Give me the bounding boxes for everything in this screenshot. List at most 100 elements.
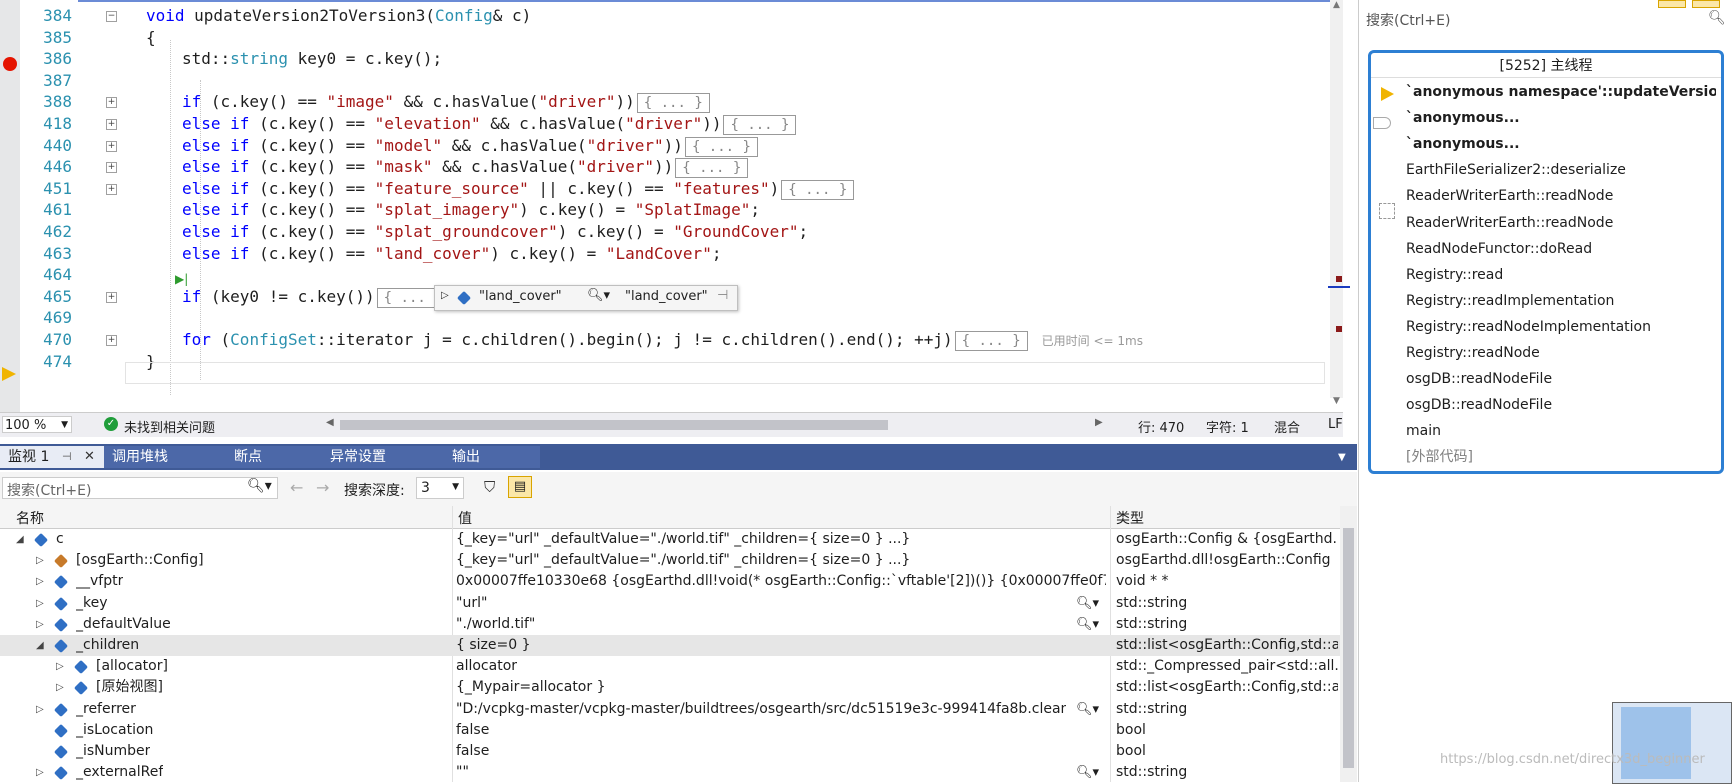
expand-icon[interactable]: + bbox=[106, 291, 117, 303]
watch-value[interactable]: "" bbox=[456, 762, 1066, 783]
watch-value[interactable]: false bbox=[456, 720, 1106, 741]
back-arrow-icon[interactable]: ← bbox=[290, 478, 303, 497]
eol-indicator[interactable]: LF bbox=[1328, 417, 1343, 432]
run-to-click-icon[interactable]: ▶| bbox=[175, 272, 188, 286]
code-line[interactable]: else if (c.key() == "land_cover") c.key(… bbox=[182, 244, 721, 264]
call-stack-list[interactable]: [5252] 主线程 `anonymous namespace'::update… bbox=[1368, 50, 1724, 474]
call-stack-frame[interactable]: `anonymous namespace'::updateVersion2ToV bbox=[1406, 79, 1716, 105]
breakpoint-icon[interactable] bbox=[3, 57, 17, 71]
code-line[interactable]: else if (c.key() == "mask" && c.hasValue… bbox=[182, 157, 749, 179]
expand-icon[interactable]: + bbox=[106, 162, 117, 174]
window-thumbnail[interactable] bbox=[1612, 702, 1732, 784]
call-stack-frame[interactable]: Registry::readNode bbox=[1406, 340, 1716, 366]
column-type-header[interactable]: 类型 bbox=[1116, 508, 1144, 528]
char-indicator[interactable]: 字符: 1 bbox=[1206, 417, 1249, 436]
watch-row[interactable]: ▷ _externalRef "" 🔍︎▾ std::string bbox=[0, 762, 1340, 783]
text-visualizer-icon[interactable]: 🔍︎▾ bbox=[1076, 614, 1099, 635]
watch-row[interactable]: ▷ _defaultValue "./world.tif" 🔍︎▾ std::strin… bbox=[0, 614, 1340, 635]
code-line[interactable]: } bbox=[146, 352, 156, 372]
text-visualizer-icon[interactable]: 🔍︎▾ bbox=[1076, 593, 1099, 614]
datatip-popup[interactable]: ▷ "land_cover" 🔍︎▾ "land_cover" ⊣ bbox=[434, 285, 738, 311]
expand-icon[interactable]: ▷ bbox=[36, 593, 44, 614]
watch-value[interactable]: {_key="url" _defaultValue="./world.tif" … bbox=[456, 529, 1106, 550]
expand-icon[interactable]: ▷ bbox=[36, 699, 44, 720]
call-stack-frame[interactable]: osgDB::readNodeFile bbox=[1406, 366, 1716, 392]
expand-icon[interactable]: ▷ bbox=[36, 571, 44, 592]
watch-value[interactable]: {_key="url" _defaultValue="./world.tif" … bbox=[456, 550, 1106, 571]
watch-value[interactable]: "D:/vcpkg-master/vcpkg-master/buildtrees… bbox=[456, 699, 1066, 720]
watch-row[interactable]: ◢ c {_key="url" _defaultValue="./world.tif… bbox=[0, 529, 1340, 550]
watch-row[interactable]: ◢ _children { size=0 } std::list<osgEarth::… bbox=[0, 635, 1340, 656]
zoom-select[interactable]: 100 % ▼ bbox=[2, 416, 72, 433]
call-stack-frame[interactable]: `anonymous... bbox=[1406, 131, 1716, 157]
scroll-down-icon[interactable]: ▼ bbox=[1333, 396, 1340, 406]
hscroll-right-icon[interactable]: ▶ bbox=[1095, 417, 1103, 428]
code-line[interactable]: if (c.key() == "image" && c.hasValue("dr… bbox=[182, 92, 710, 114]
hscroll-left-icon[interactable]: ◀ bbox=[326, 417, 334, 428]
magnifier-icon[interactable]: 🔍︎▾ bbox=[587, 288, 610, 303]
collapse-icon[interactable]: ◢ bbox=[16, 529, 24, 550]
collapsed-region[interactable]: { ... } bbox=[723, 115, 797, 135]
call-stack-frame[interactable]: ReaderWriterEarth::readNode bbox=[1406, 210, 1716, 236]
expand-icon[interactable]: + bbox=[106, 335, 117, 346]
code-line[interactable]: if (key0 != c.key()){ ... } bbox=[182, 287, 450, 308]
watch-row[interactable]: ▷ [原始视图] {_Mypair=allocator } std::list<osg… bbox=[0, 677, 1340, 698]
search-depth-select[interactable]: 3 ▼ bbox=[416, 477, 464, 499]
expand-icon[interactable]: + bbox=[106, 97, 117, 109]
watch-value[interactable]: "url" bbox=[456, 593, 1066, 614]
toolbar-highlight[interactable] bbox=[1692, 0, 1720, 8]
call-stack-frame[interactable]: [外部代码] bbox=[1406, 444, 1716, 470]
call-stack-frame[interactable]: ReadNodeFunctor::doRead bbox=[1406, 236, 1716, 262]
search-icon[interactable]: 🔍︎ bbox=[1708, 10, 1726, 26]
code-line[interactable]: else if (c.key() == "model" && c.hasValu… bbox=[182, 136, 758, 157]
expand-icon[interactable]: + bbox=[106, 119, 117, 130]
collapsed-region[interactable]: { ... } bbox=[675, 158, 749, 179]
call-stack-frame[interactable]: Registry::read bbox=[1406, 262, 1716, 288]
view-format-icon[interactable]: ▤ bbox=[508, 476, 532, 498]
panel-menu-icon[interactable]: ▼ bbox=[1338, 452, 1346, 463]
call-stack-frame[interactable]: ReaderWriterEarth::readNode bbox=[1406, 183, 1716, 209]
watch-value[interactable]: {_Mypair=allocator } bbox=[456, 677, 1106, 698]
collapsed-region[interactable]: { ... } bbox=[781, 179, 855, 200]
watch-value[interactable]: false bbox=[456, 741, 1106, 762]
pin-icon[interactable]: ⊣ bbox=[717, 288, 728, 303]
code-line[interactable]: std::string key0 = c.key(); bbox=[182, 49, 442, 69]
text-visualizer-icon[interactable]: 🔍︎▾ bbox=[1076, 762, 1099, 783]
expand-icon[interactable]: ▷ bbox=[36, 614, 44, 635]
datatip-expand-icon[interactable]: ▷ bbox=[441, 290, 449, 301]
call-stack-frame[interactable]: EarthFileSerializer2::deserialize bbox=[1406, 157, 1716, 183]
line-indicator[interactable]: 行: 470 bbox=[1138, 417, 1184, 436]
code-line[interactable]: else if (c.key() == "splat_imagery") c.k… bbox=[182, 200, 760, 220]
scroll-up-icon[interactable]: ▲ bbox=[1333, 0, 1340, 10]
callstack-search-input[interactable]: 搜索(Ctrl+E) 🔍︎ bbox=[1366, 10, 1726, 34]
expand-icon[interactable]: ▷ bbox=[36, 550, 44, 571]
collapse-icon[interactable]: ◢ bbox=[36, 635, 44, 656]
column-value-header[interactable]: 值 bbox=[458, 508, 472, 528]
tab-call-stack[interactable]: 调用堆栈 bbox=[104, 446, 226, 468]
expand-icon[interactable]: + bbox=[106, 140, 117, 152]
tab-exception-settings[interactable]: 异常设置 bbox=[322, 446, 444, 468]
expand-icon[interactable]: ▷ bbox=[36, 762, 44, 783]
code-line[interactable]: else if (c.key() == "splat_groundcover")… bbox=[182, 222, 808, 242]
search-icon[interactable]: 🔍︎▾ bbox=[247, 478, 272, 494]
editor-vertical-scrollbar[interactable] bbox=[1330, 0, 1343, 398]
watch-scroll-thumb[interactable] bbox=[1343, 528, 1354, 768]
toolbar-highlight[interactable] bbox=[1658, 0, 1686, 8]
close-icon[interactable]: ✕ bbox=[84, 446, 95, 468]
expand-icon[interactable]: + bbox=[106, 183, 117, 195]
collapsed-region[interactable]: { ... } bbox=[636, 93, 710, 114]
expand-icon[interactable]: ▷ bbox=[56, 656, 64, 677]
watch-value[interactable]: 0x00007ffe10330e68 {osgEarthd.dll!void(*… bbox=[456, 571, 1106, 592]
collapse-icon[interactable]: − bbox=[106, 11, 117, 22]
call-stack-frame[interactable]: `anonymous... bbox=[1406, 105, 1716, 131]
watch-value[interactable]: { size=0 } bbox=[456, 635, 1106, 656]
code-line[interactable]: for (ConfigSet::iterator j = c.children(… bbox=[182, 330, 1143, 351]
expand-icon[interactable]: ▷ bbox=[56, 677, 64, 698]
code-line[interactable]: void updateVersion2ToVersion3(Config& c) bbox=[146, 6, 531, 26]
text-visualizer-icon[interactable]: 🔍︎▾ bbox=[1076, 699, 1099, 720]
tab-watch-1[interactable]: 监视 1 ⊣ ✕ bbox=[0, 446, 104, 468]
watch-row[interactable]: ▷ _key "url" 🔍︎▾ std::string bbox=[0, 593, 1340, 614]
watch-row[interactable]: ▷ [allocator] allocator std::_Compressed_pa… bbox=[0, 656, 1340, 677]
watch-row[interactable]: _isLocation false bool bbox=[0, 720, 1340, 741]
mode-indicator[interactable]: 混合 bbox=[1274, 417, 1300, 436]
